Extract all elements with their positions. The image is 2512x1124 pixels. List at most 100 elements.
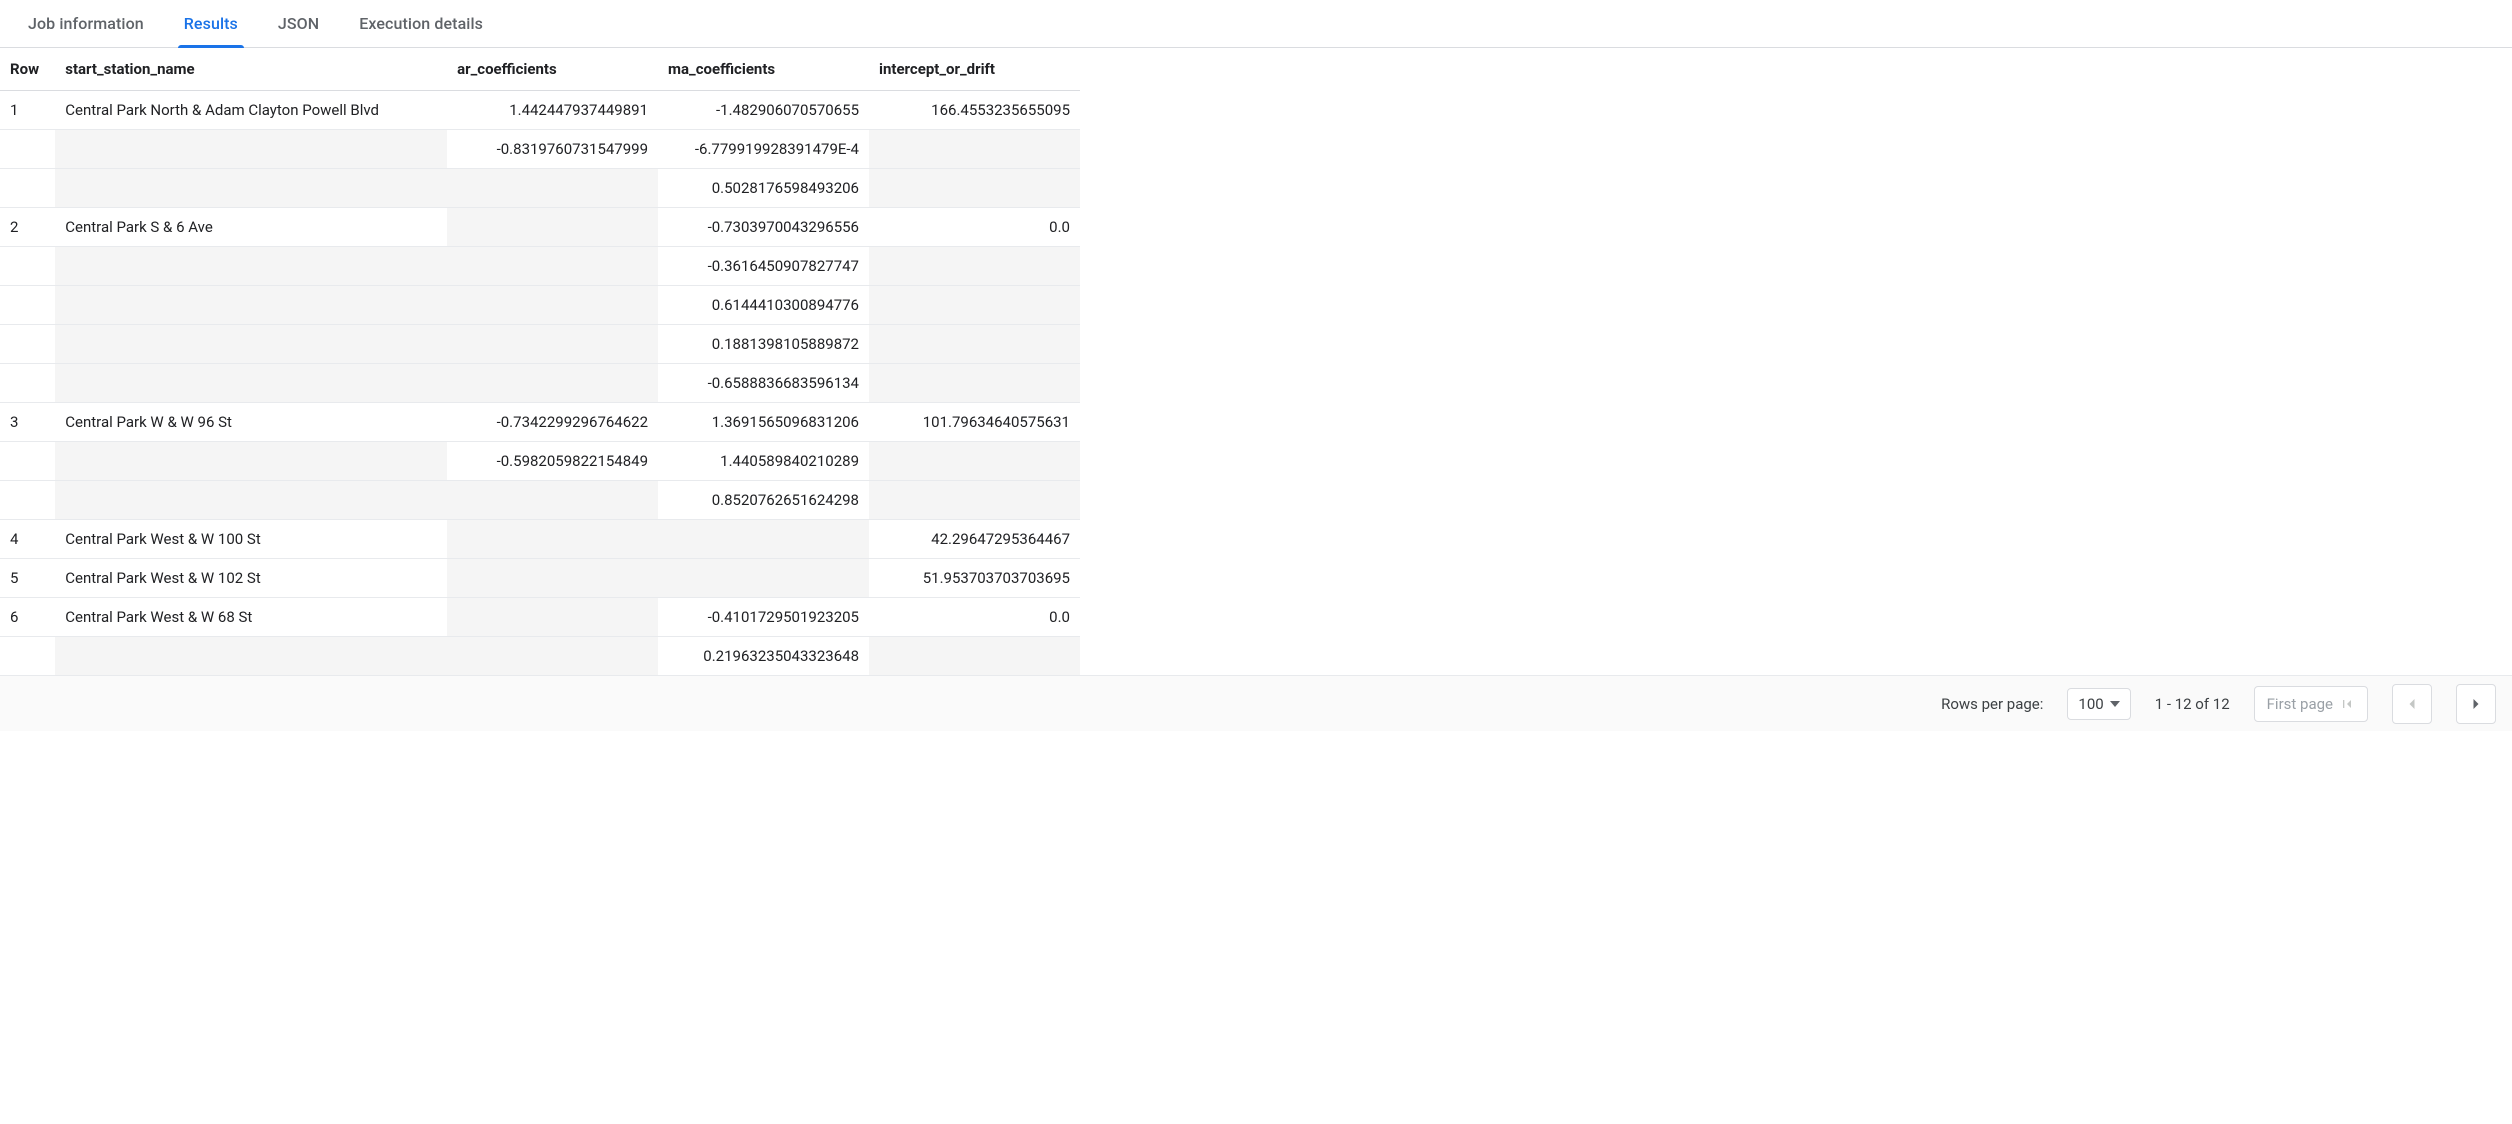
- cell-row-number: 1: [0, 91, 55, 130]
- rows-range-text: 1 - 12 of 12: [2155, 695, 2230, 713]
- cell-row-number: 6: [0, 598, 55, 637]
- table-row: -0.8319760731547999-6.779919928391479E-4: [0, 130, 1080, 169]
- cell-ma-coefficient: 0.6144410300894776: [658, 286, 869, 325]
- cell-station-name: [55, 169, 447, 208]
- table-row: 0.1881398105889872: [0, 325, 1080, 364]
- cell-ma-coefficient: [658, 520, 869, 559]
- results-table: Row start_station_name ar_coefficients m…: [0, 48, 1080, 675]
- cell-ar-coefficient: [447, 286, 658, 325]
- cell-ma-coefficient: -0.6588836683596134: [658, 364, 869, 403]
- table-row: 0.21963235043323648: [0, 637, 1080, 676]
- cell-row-number: [0, 169, 55, 208]
- cell-ma-coefficient: 0.8520762651624298: [658, 481, 869, 520]
- cell-ma-coefficient: 0.1881398105889872: [658, 325, 869, 364]
- table-row: 2Central Park S & 6 Ave-0.73039700432965…: [0, 208, 1080, 247]
- cell-ar-coefficient: [447, 364, 658, 403]
- rows-per-page-value: 100: [2078, 695, 2103, 713]
- cell-ar-coefficient: [447, 208, 658, 247]
- chevron-down-icon: [2110, 701, 2120, 707]
- cell-intercept: [869, 442, 1080, 481]
- cell-row-number: [0, 481, 55, 520]
- col-header-intercept: intercept_or_drift: [869, 48, 1080, 91]
- first-page-label: First page: [2267, 695, 2333, 713]
- table-footer: Rows per page: 100 1 - 12 of 12 First pa…: [0, 675, 2512, 731]
- prev-page-button: [2392, 684, 2432, 724]
- cell-ar-coefficient: [447, 481, 658, 520]
- chevron-left-icon: [2402, 694, 2422, 714]
- cell-ma-coefficient: 0.5028176598493206: [658, 169, 869, 208]
- cell-intercept: [869, 481, 1080, 520]
- cell-station-name: Central Park W & W 96 St: [55, 403, 447, 442]
- cell-intercept: 51.953703703703695: [869, 559, 1080, 598]
- tab-job-information[interactable]: Job information: [12, 0, 160, 48]
- cell-station-name: [55, 364, 447, 403]
- cell-intercept: [869, 286, 1080, 325]
- cell-ar-coefficient: [447, 169, 658, 208]
- cell-ar-coefficient: 1.442447937449891: [447, 91, 658, 130]
- cell-ma-coefficient: 1.3691565096831206: [658, 403, 869, 442]
- cell-ma-coefficient: [658, 559, 869, 598]
- cell-intercept: [869, 130, 1080, 169]
- table-row: 1Central Park North & Adam Clayton Powel…: [0, 91, 1080, 130]
- cell-station-name: [55, 130, 447, 169]
- cell-ma-coefficient: -1.482906070570655: [658, 91, 869, 130]
- cell-ma-coefficient: -0.4101729501923205: [658, 598, 869, 637]
- cell-intercept: [869, 637, 1080, 676]
- cell-row-number: [0, 130, 55, 169]
- cell-ar-coefficient: [447, 520, 658, 559]
- cell-station-name: [55, 481, 447, 520]
- first-page-button: First page: [2254, 686, 2368, 722]
- table-row: 0.6144410300894776: [0, 286, 1080, 325]
- cell-station-name: [55, 637, 447, 676]
- col-header-station: start_station_name: [55, 48, 447, 91]
- table-row: 0.8520762651624298: [0, 481, 1080, 520]
- cell-row-number: 3: [0, 403, 55, 442]
- table-row: 6Central Park West & W 68 St -0.410172950…: [0, 598, 1080, 637]
- cell-ar-coefficient: [447, 247, 658, 286]
- cell-ar-coefficient: [447, 598, 658, 637]
- table-row: -0.3616450907827747: [0, 247, 1080, 286]
- cell-intercept: [869, 169, 1080, 208]
- cell-intercept: 0.0: [869, 598, 1080, 637]
- cell-station-name: Central Park West & W 68 St: [55, 598, 447, 637]
- cell-station-name: [55, 286, 447, 325]
- cell-station-name: Central Park West & W 102 St: [55, 559, 447, 598]
- table-row: -0.59820598221548491.440589840210289: [0, 442, 1080, 481]
- first-page-icon: [2339, 696, 2355, 712]
- tab-results[interactable]: Results: [168, 0, 254, 48]
- cell-ar-coefficient: [447, 559, 658, 598]
- tab-json[interactable]: JSON: [262, 0, 335, 48]
- cell-ar-coefficient: -0.7342299296764622: [447, 403, 658, 442]
- cell-row-number: [0, 637, 55, 676]
- rows-per-page-label: Rows per page:: [1941, 695, 2043, 713]
- cell-row-number: [0, 364, 55, 403]
- cell-ma-coefficient: 1.440589840210289: [658, 442, 869, 481]
- cell-row-number: [0, 325, 55, 364]
- cell-ar-coefficient: [447, 325, 658, 364]
- cell-station-name: [55, 247, 447, 286]
- rows-per-page-select[interactable]: 100: [2067, 688, 2130, 720]
- cell-intercept: 101.79634640575631: [869, 403, 1080, 442]
- cell-ar-coefficient: [447, 637, 658, 676]
- cell-intercept: [869, 247, 1080, 286]
- tab-execution-details[interactable]: Execution details: [343, 0, 499, 48]
- cell-ma-coefficient: 0.21963235043323648: [658, 637, 869, 676]
- col-header-ar: ar_coefficients: [447, 48, 658, 91]
- chevron-right-icon: [2466, 694, 2486, 714]
- cell-row-number: [0, 247, 55, 286]
- cell-station-name: [55, 325, 447, 364]
- col-header-ma: ma_coefficients: [658, 48, 869, 91]
- cell-row-number: [0, 442, 55, 481]
- table-row: 5Central Park West & W 102 St51.95370370…: [0, 559, 1080, 598]
- results-tabs: Job information Results JSON Execution d…: [0, 0, 2512, 48]
- cell-row-number: 2: [0, 208, 55, 247]
- table-row: 4Central Park West & W 100 St42.29647295…: [0, 520, 1080, 559]
- next-page-button[interactable]: [2456, 684, 2496, 724]
- cell-ma-coefficient: -6.779919928391479E-4: [658, 130, 869, 169]
- cell-ar-coefficient: -0.5982059822154849: [447, 442, 658, 481]
- cell-intercept: 0.0: [869, 208, 1080, 247]
- cell-row-number: 4: [0, 520, 55, 559]
- table-row: 0.5028176598493206: [0, 169, 1080, 208]
- cell-intercept: [869, 325, 1080, 364]
- table-row: -0.6588836683596134: [0, 364, 1080, 403]
